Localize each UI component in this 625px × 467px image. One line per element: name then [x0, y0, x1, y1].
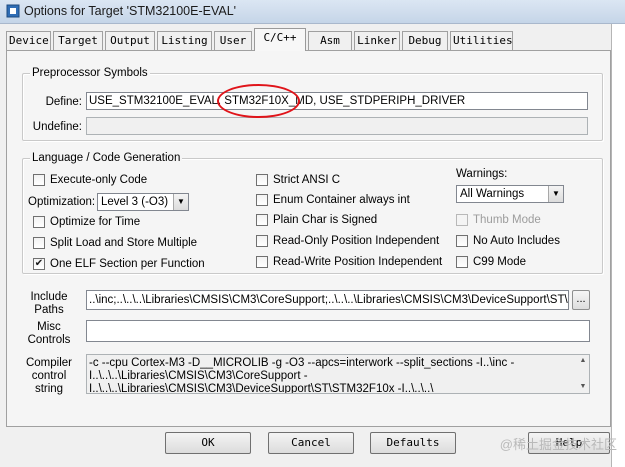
- enum-container-label: Enum Container always int: [273, 194, 410, 206]
- watermark: @稀土掘金技术社区: [499, 437, 617, 452]
- plain-char-checkbox[interactable]: [256, 214, 268, 226]
- compiler-control-label-1: Compiler: [25, 357, 72, 369]
- chevron-down-icon: ▼: [173, 194, 188, 210]
- undefine-input[interactable]: [86, 117, 588, 135]
- tab-listing[interactable]: Listing: [157, 31, 212, 50]
- tab-cc[interactable]: C/C++: [254, 28, 306, 51]
- no-auto-includes-checkbox[interactable]: [456, 235, 468, 247]
- tab-debug[interactable]: Debug: [402, 31, 448, 50]
- include-paths-label-2: Paths: [34, 304, 64, 316]
- highlight-ellipse: [217, 84, 300, 118]
- compiler-control-label-2: control: [31, 370, 67, 382]
- include-paths-browse-button[interactable]: ...: [572, 290, 590, 310]
- ok-button[interactable]: OK: [165, 432, 251, 454]
- rw-position-checkbox[interactable]: [256, 256, 268, 268]
- c99-mode-checkbox[interactable]: [456, 256, 468, 268]
- misc-controls-label-1: Misc: [37, 321, 61, 333]
- tab-utilities[interactable]: Utilities: [450, 31, 513, 50]
- split-load-store-label: Split Load and Store Multiple: [50, 237, 198, 249]
- window-title: Options for Target 'STM32100E-EVAL': [24, 4, 237, 18]
- compiler-control-text: -c --cpu Cortex-M3 -D__MICROLIB -g -O3 -…: [89, 357, 515, 394]
- language-group-title: Language / Code Generation: [30, 152, 183, 165]
- ro-position-checkbox[interactable]: [256, 235, 268, 247]
- check-icon: ✔: [34, 258, 44, 269]
- compiler-control-string[interactable]: -c --cpu Cortex-M3 -D__MICROLIB -g -O3 -…: [86, 354, 590, 394]
- one-elf-section-checkbox[interactable]: ✔: [33, 258, 45, 270]
- scroll-down-icon[interactable]: ▼: [577, 382, 589, 392]
- app-icon: [6, 4, 20, 18]
- compiler-control-label-3: string: [34, 383, 64, 395]
- warnings-select[interactable]: All Warnings ▼: [456, 185, 564, 203]
- execute-only-checkbox[interactable]: [33, 174, 45, 186]
- defaults-button[interactable]: Defaults: [370, 432, 456, 454]
- tab-user[interactable]: User: [214, 31, 252, 50]
- tab-linker[interactable]: Linker: [354, 31, 400, 50]
- misc-controls-label-2: Controls: [27, 334, 71, 346]
- define-input[interactable]: USE_STM32100E_EVAL, STM32F10X_MD, USE_ST…: [86, 92, 588, 110]
- preprocessor-group-title: Preprocessor Symbols: [30, 67, 150, 80]
- undefine-label: Undefine:: [32, 121, 82, 133]
- enum-container-checkbox[interactable]: [256, 194, 268, 206]
- define-label: Define:: [45, 96, 82, 108]
- warnings-value: All Warnings: [460, 188, 525, 200]
- one-elf-section-label: One ELF Section per Function: [50, 258, 205, 270]
- include-paths-label-1: Include: [30, 291, 68, 303]
- tab-device[interactable]: Device: [6, 31, 51, 50]
- scroll-up-icon[interactable]: ▲: [577, 356, 589, 366]
- plain-char-label: Plain Char is Signed: [273, 214, 378, 226]
- compiler-control-scrollbar[interactable]: ▲ ▼: [577, 355, 589, 393]
- warnings-label: Warnings:: [456, 168, 508, 180]
- chevron-down-icon: ▼: [548, 186, 563, 202]
- execute-only-label: Execute-only Code: [50, 174, 148, 186]
- optimize-time-label: Optimize for Time: [50, 216, 141, 228]
- tab-target[interactable]: Target: [53, 31, 103, 50]
- misc-controls-input[interactable]: [86, 320, 590, 342]
- strict-ansi-checkbox[interactable]: [256, 174, 268, 186]
- tab-output[interactable]: Output: [105, 31, 155, 50]
- optimization-label: Optimization:: [28, 196, 96, 208]
- strict-ansi-label: Strict ANSI C: [273, 174, 341, 186]
- thumb-mode-checkbox[interactable]: [456, 214, 468, 226]
- ro-position-label: Read-Only Position Independent: [273, 235, 440, 247]
- optimization-value: Level 3 (-O3): [101, 196, 169, 208]
- split-load-store-checkbox[interactable]: [33, 237, 45, 249]
- c99-mode-label: C99 Mode: [473, 256, 527, 268]
- tab-asm[interactable]: Asm: [308, 31, 352, 50]
- include-paths-input[interactable]: ..\inc;..\..\..\Libraries\CMSIS\CM3\Core…: [86, 290, 569, 310]
- cancel-button[interactable]: Cancel: [268, 432, 354, 454]
- rw-position-label: Read-Write Position Independent: [273, 256, 443, 268]
- no-auto-includes-label: No Auto Includes: [473, 235, 560, 247]
- optimization-select[interactable]: Level 3 (-O3) ▼: [97, 193, 189, 211]
- thumb-mode-label: Thumb Mode: [473, 214, 541, 226]
- optimize-time-checkbox[interactable]: [33, 216, 45, 228]
